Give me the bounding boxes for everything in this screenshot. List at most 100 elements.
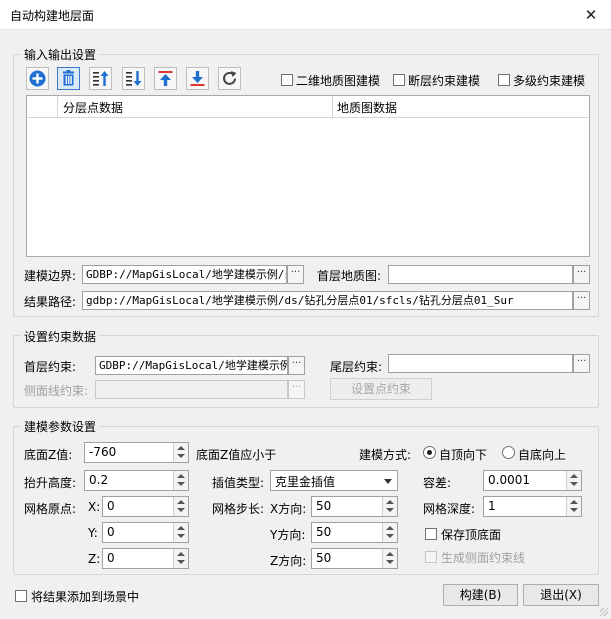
grid-step-z-label: Z方向: bbox=[270, 554, 307, 568]
set-point-constraint-button[interactable]: 设置点约束 bbox=[330, 378, 432, 400]
move-up-icon bbox=[93, 71, 109, 86]
lift-height-spinbox[interactable]: 0.2 bbox=[84, 470, 189, 491]
grid-origin-y-spin-arrows[interactable] bbox=[173, 523, 188, 542]
option-2d-geomap-label: 二维地质图建模 bbox=[296, 74, 381, 88]
option-multilevel-constraint-label: 多级约束建模 bbox=[513, 74, 586, 88]
option-fault-constraint-checkbox[interactable] bbox=[393, 74, 405, 86]
base-z-spinbox[interactable]: -760 bbox=[84, 442, 189, 463]
result-path-input[interactable]: gdbp://MapGisLocal/地学建模示例/ds/钻孔分层点01/sfc… bbox=[82, 291, 573, 310]
grid-origin-x-spin-arrows[interactable] bbox=[173, 497, 188, 516]
last-constraint-browse-button[interactable]: ··· bbox=[573, 354, 590, 373]
interp-type-select[interactable]: 克里金插值 bbox=[270, 470, 398, 491]
option-multilevel-constraint-checkbox[interactable] bbox=[498, 74, 510, 86]
tolerance-spinbox[interactable]: 0.0001 bbox=[483, 470, 582, 491]
last-constraint-input[interactable] bbox=[388, 354, 573, 373]
base-z-hint: 底面Z值应小于 bbox=[196, 448, 277, 462]
method-bottom-up-label: 自底向上 bbox=[518, 448, 567, 462]
save-top-bottom-label: 保存顶底面 bbox=[441, 528, 502, 542]
grid-depth-label: 网格深度: bbox=[423, 502, 476, 516]
last-constraint-label: 尾层约束: bbox=[330, 360, 383, 374]
grid-step-x-spinbox[interactable]: 50 bbox=[311, 496, 398, 517]
grid-origin-x-spinbox[interactable]: 0 bbox=[102, 496, 189, 517]
exit-button[interactable]: 退出(X) bbox=[523, 584, 599, 606]
grid-origin-z-spin-arrows[interactable] bbox=[173, 549, 188, 568]
first-geomap-browse-button[interactable]: ··· bbox=[573, 265, 590, 284]
option-2d-geomap-checkbox[interactable] bbox=[281, 74, 293, 86]
grid-origin-label: 网格原点: bbox=[24, 502, 77, 516]
refresh-button[interactable] bbox=[218, 67, 241, 90]
grid-step-z-spinbox[interactable]: 50 bbox=[311, 548, 398, 569]
first-geomap-label: 首层地质图: bbox=[317, 269, 382, 283]
boundary-input[interactable]: GDBP://MapGisLocal/地学建模示例/s bbox=[82, 265, 287, 284]
move-bottom-button[interactable] bbox=[186, 67, 209, 90]
grid-origin-z-spinbox[interactable]: 0 bbox=[102, 548, 189, 569]
grid-step-z-spin-arrows[interactable] bbox=[382, 549, 397, 568]
grid-step-label: 网格步长: bbox=[212, 502, 265, 516]
grid-step-x-label: X方向: bbox=[270, 502, 307, 516]
delete-icon bbox=[63, 70, 74, 86]
first-geomap-input[interactable] bbox=[388, 265, 573, 284]
chevron-down-icon bbox=[384, 479, 392, 484]
side-line-constraint-browse-button[interactable]: ··· bbox=[288, 380, 305, 399]
gen-side-constraint-label: 生成侧面约束线 bbox=[441, 551, 526, 565]
interp-type-label: 插值类型: bbox=[212, 476, 265, 490]
grid-step-x-spin-arrows[interactable] bbox=[382, 497, 397, 516]
boundary-browse-button[interactable]: ··· bbox=[287, 265, 304, 284]
grid-depth-spinbox[interactable]: 1 bbox=[483, 496, 582, 517]
method-bottom-up-radio[interactable] bbox=[502, 446, 515, 459]
method-top-down-label: 自顶向下 bbox=[439, 448, 488, 462]
save-top-bottom-checkbox[interactable] bbox=[425, 528, 437, 540]
grid-origin-z-value: 0 bbox=[107, 551, 115, 565]
move-top-icon bbox=[158, 71, 173, 86]
add-to-scene-checkbox[interactable] bbox=[15, 590, 27, 602]
base-z-spin-arrows[interactable] bbox=[173, 443, 188, 462]
build-button[interactable]: 构建(B) bbox=[443, 584, 518, 606]
move-top-button[interactable] bbox=[154, 67, 177, 90]
tolerance-label: 容差: bbox=[423, 476, 452, 490]
method-label: 建模方式: bbox=[359, 448, 412, 462]
resize-grip[interactable] bbox=[600, 608, 608, 616]
grid-depth-value: 1 bbox=[488, 499, 496, 513]
grid-step-y-spin-arrows[interactable] bbox=[382, 523, 397, 542]
move-bottom-icon bbox=[190, 71, 205, 86]
delete-button[interactable] bbox=[57, 67, 80, 90]
lift-height-spin-arrows[interactable] bbox=[173, 471, 188, 490]
move-down-button[interactable] bbox=[122, 67, 145, 90]
layer-data-grid[interactable]: 分层点数据 地质图数据 bbox=[26, 95, 590, 257]
grid-step-y-label: Y方向: bbox=[270, 528, 306, 542]
close-button[interactable]: ✕ bbox=[578, 3, 604, 27]
grid-column-divider bbox=[332, 96, 333, 117]
move-up-button[interactable] bbox=[89, 67, 112, 90]
side-line-constraint-input[interactable] bbox=[95, 380, 288, 399]
params-legend: 建模参数设置 bbox=[21, 418, 100, 435]
base-z-value: -760 bbox=[89, 445, 117, 459]
grid-column-layer-points[interactable]: 分层点数据 bbox=[63, 99, 123, 116]
grid-origin-y-spinbox[interactable]: 0 bbox=[102, 522, 189, 543]
grid-step-x-value: 50 bbox=[316, 499, 332, 513]
grid-depth-spin-arrows[interactable] bbox=[566, 497, 581, 516]
grid-origin-y-label: Y: bbox=[88, 526, 98, 540]
tolerance-spin-arrows[interactable] bbox=[566, 471, 581, 490]
first-constraint-browse-button[interactable]: ··· bbox=[288, 356, 305, 375]
side-line-constraint-label: 侧面线约束: bbox=[24, 384, 89, 398]
lift-height-label: 抬升高度: bbox=[24, 476, 77, 490]
add-to-scene-label: 将结果添加到场景中 bbox=[31, 590, 140, 604]
result-path-browse-button[interactable]: ··· bbox=[573, 291, 590, 310]
tolerance-value: 0.0001 bbox=[488, 473, 530, 487]
grid-column-geomap-data[interactable]: 地质图数据 bbox=[337, 99, 397, 116]
gen-side-constraint-checkbox[interactable] bbox=[425, 551, 437, 563]
first-constraint-input[interactable]: GDBP://MapGisLocal/地学建模示例 bbox=[95, 356, 288, 375]
first-constraint-label: 首层约束: bbox=[24, 360, 77, 374]
grid-origin-x-label: X: bbox=[88, 500, 101, 514]
base-z-label: 底面Z值: bbox=[24, 448, 73, 462]
grid-step-y-spinbox[interactable]: 50 bbox=[311, 522, 398, 543]
grid-header: 分层点数据 地质图数据 bbox=[27, 96, 589, 118]
move-down-icon bbox=[126, 71, 142, 86]
method-top-down-radio[interactable] bbox=[423, 446, 436, 459]
boundary-label: 建模边界: bbox=[24, 269, 77, 283]
result-path-label: 结果路径: bbox=[24, 295, 77, 309]
grid-corner-cell bbox=[27, 96, 58, 117]
grid-step-y-value: 50 bbox=[316, 525, 332, 539]
add-button[interactable] bbox=[26, 67, 49, 90]
refresh-icon bbox=[223, 71, 237, 85]
